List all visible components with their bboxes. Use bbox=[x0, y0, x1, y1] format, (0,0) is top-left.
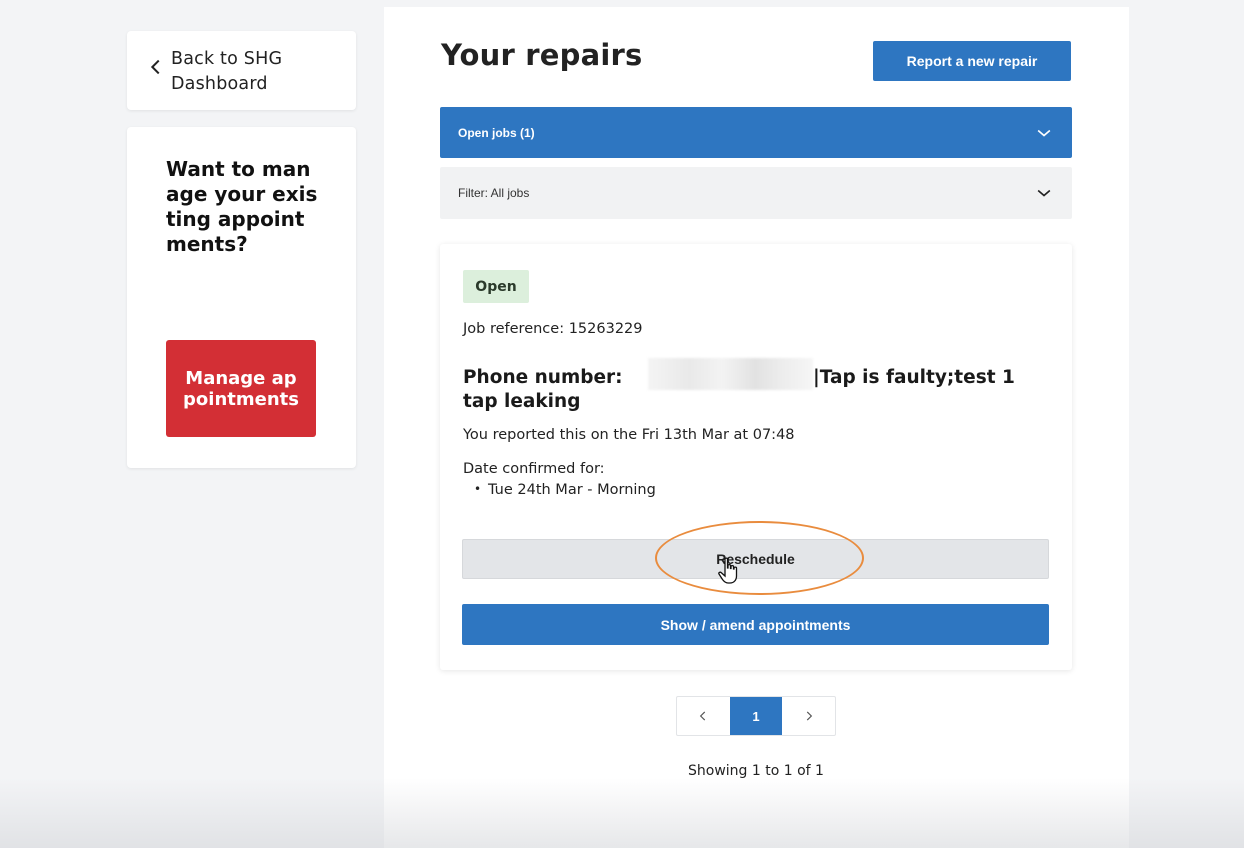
filter-dropdown[interactable]: Filter: All jobs bbox=[440, 167, 1072, 219]
manage-appointments-button[interactable]: Manage appointments bbox=[166, 340, 316, 437]
pagination: 1 bbox=[676, 696, 836, 736]
confirmed-dates-list: Tue 24th Mar - Morning bbox=[474, 482, 656, 498]
open-jobs-accordion[interactable]: Open jobs (1) bbox=[440, 107, 1072, 158]
job-title-suffix: |Tap is faulty;test 1 bbox=[813, 367, 1015, 388]
chevron-right-icon bbox=[806, 711, 812, 721]
show-amend-appointments-button[interactable]: Show / amend appointments bbox=[462, 604, 1049, 645]
hand-cursor-icon bbox=[718, 557, 738, 584]
confirmed-date-label: Date confirmed for: bbox=[463, 461, 605, 477]
job-reference: Job reference: 15263229 bbox=[463, 321, 643, 337]
page-title: Your repairs bbox=[441, 38, 643, 72]
back-link-label: Back to SHG Dashboard bbox=[171, 49, 283, 94]
next-page-button[interactable] bbox=[782, 697, 835, 735]
back-to-dashboard-link[interactable]: Back to SHG Dashboard bbox=[127, 31, 356, 110]
chevron-left-icon bbox=[150, 59, 160, 75]
open-jobs-label: Open jobs (1) bbox=[458, 125, 535, 140]
reschedule-button[interactable]: Reschedule bbox=[462, 539, 1049, 579]
chevron-down-icon bbox=[1037, 189, 1051, 197]
page-1-button[interactable]: 1 bbox=[729, 697, 783, 735]
job-title-prefix: Phone number: bbox=[463, 367, 623, 388]
promo-heading: Want to manage your existing appointment… bbox=[166, 157, 318, 256]
previous-page-button[interactable] bbox=[677, 697, 730, 735]
filter-label: Filter: All jobs bbox=[458, 186, 530, 200]
reported-date: You reported this on the Fri 13th Mar at… bbox=[463, 427, 795, 443]
chevron-down-icon bbox=[1037, 129, 1051, 137]
redacted-phone-number bbox=[648, 358, 813, 390]
pagination-summary: Showing 1 to 1 of 1 bbox=[688, 763, 824, 779]
report-new-repair-button[interactable]: Report a new repair bbox=[873, 41, 1071, 81]
job-title-line2: tap leaking bbox=[463, 391, 581, 412]
chevron-left-icon bbox=[700, 711, 706, 721]
list-item: Tue 24th Mar - Morning bbox=[474, 482, 656, 498]
status-badge: Open bbox=[463, 270, 529, 303]
